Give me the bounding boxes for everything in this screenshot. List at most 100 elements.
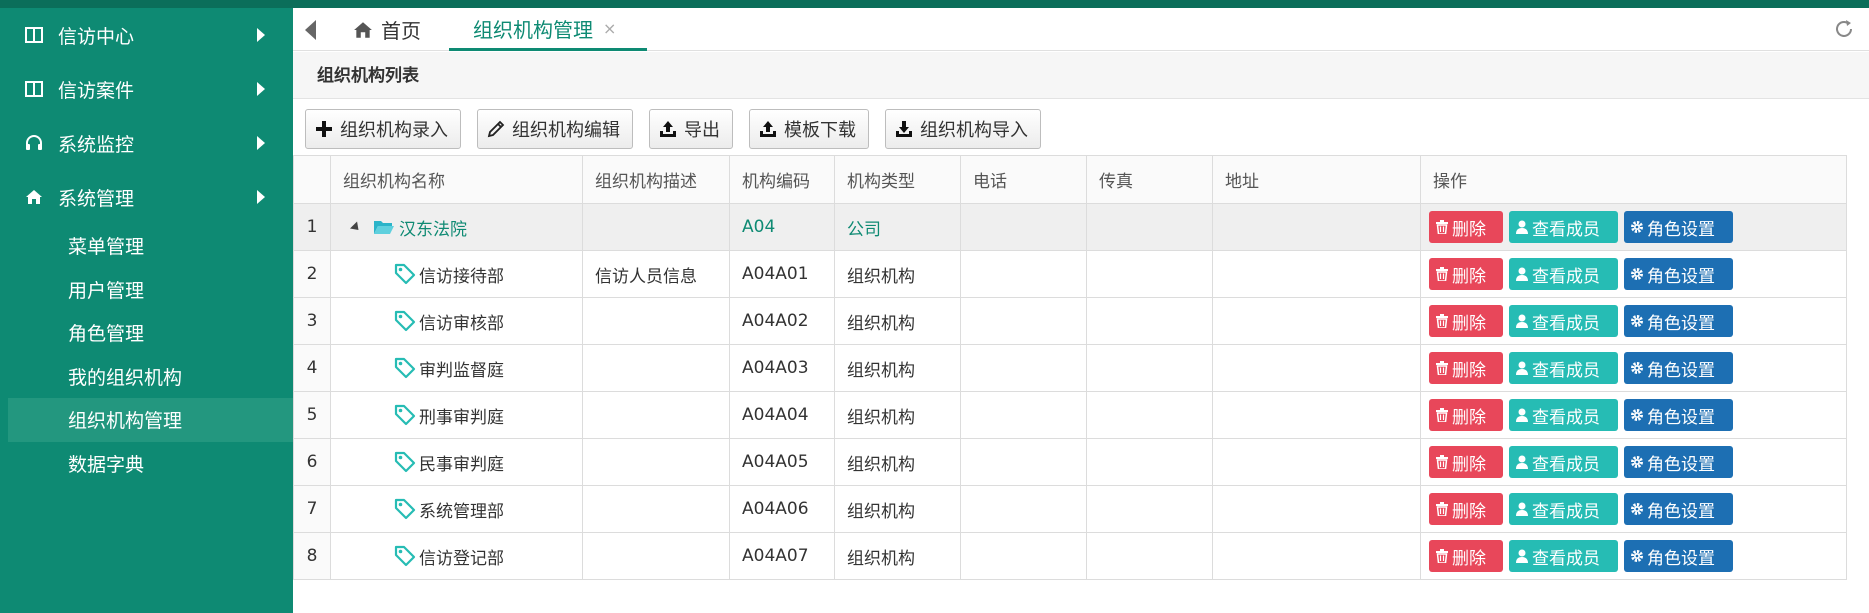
close-icon[interactable]: × (603, 19, 616, 38)
top-accent-bar (0, 0, 1869, 8)
org-fax-cell (1086, 485, 1213, 533)
column-header-actions: 操作 (1420, 155, 1847, 204)
sidebar-group-label: 信访案件 (58, 79, 135, 102)
column-header-name[interactable]: 组织机构名称 (330, 155, 583, 204)
org-fax-cell (1086, 532, 1213, 580)
add-organization-button[interactable]: 组织机构录入 (305, 109, 461, 149)
row-number: 7 (293, 485, 331, 533)
column-header-fax[interactable]: 传真 (1086, 155, 1213, 204)
column-header-code[interactable]: 机构编码 (729, 155, 835, 204)
org-phone-cell (960, 203, 1087, 251)
tab-organization-management[interactable]: 组织机构管理 × (449, 8, 647, 51)
trash-icon (1435, 501, 1449, 517)
delete-button[interactable]: 删除 (1429, 258, 1503, 290)
column-header-type[interactable]: 机构类型 (834, 155, 961, 204)
actions-cell: 删除 查看成员 角色设置 (1420, 391, 1847, 439)
tag-icon (393, 544, 417, 568)
org-fax-cell (1086, 438, 1213, 486)
view-members-button[interactable]: 查看成员 (1509, 493, 1618, 525)
tree-node-root[interactable]: 汉东法院 (343, 215, 582, 240)
role-settings-button[interactable]: 角色设置 (1624, 211, 1733, 243)
actions-cell: 删除 查看成员 角色设置 (1420, 485, 1847, 533)
tree-node-child[interactable]: 信访接待部 (343, 262, 582, 287)
view-members-button[interactable]: 查看成员 (1509, 258, 1618, 290)
table-row[interactable]: 7 系统管理部 A04A06 组织机构 删除 查看成员 角色设置 (293, 485, 1847, 533)
tab-home[interactable]: 首页 (353, 8, 421, 51)
delete-button[interactable]: 删除 (1429, 540, 1503, 572)
delete-button[interactable]: 删除 (1429, 399, 1503, 431)
view-members-button[interactable]: 查看成员 (1509, 399, 1618, 431)
tab-scroll-left-icon[interactable] (305, 20, 316, 40)
org-name-cell: 刑事审判庭 (330, 391, 583, 439)
sidebar-item-organization-management[interactable]: 组织机构管理 (8, 398, 293, 442)
role-settings-button[interactable]: 角色设置 (1624, 399, 1733, 431)
export-button[interactable]: 导出 (649, 109, 733, 149)
sidebar-group-petition-center[interactable]: 信访中心 (0, 8, 293, 62)
tree-node-child[interactable]: 信访登记部 (343, 544, 582, 569)
view-members-button[interactable]: 查看成员 (1509, 211, 1618, 243)
tree-node-child[interactable]: 系统管理部 (343, 497, 582, 522)
delete-button[interactable]: 删除 (1429, 493, 1503, 525)
user-icon (1515, 360, 1529, 376)
table-row[interactable]: 6 民事审判庭 A04A05 组织机构 删除 查看成员 角色设置 (293, 438, 1847, 486)
column-header-address[interactable]: 地址 (1212, 155, 1421, 204)
org-code-cell: A04A01 (729, 250, 835, 298)
role-settings-button[interactable]: 角色设置 (1624, 540, 1733, 572)
actions-cell: 删除 查看成员 角色设置 (1420, 438, 1847, 486)
edit-organization-button[interactable]: 组织机构编辑 (477, 109, 633, 149)
delete-button[interactable]: 删除 (1429, 305, 1503, 337)
tree-collapse-icon[interactable] (349, 220, 363, 234)
view-members-button[interactable]: 查看成员 (1509, 352, 1618, 384)
column-header-description[interactable]: 组织机构描述 (582, 155, 730, 204)
delete-button[interactable]: 删除 (1429, 446, 1503, 478)
delete-button[interactable]: 删除 (1429, 211, 1503, 243)
view-members-button[interactable]: 查看成员 (1509, 305, 1618, 337)
org-type-cell: 组织机构 (834, 297, 961, 345)
chevron-right-icon (257, 190, 265, 204)
columns-icon (24, 79, 44, 99)
table-row[interactable]: 1 汉东法院 A04 公司 删除 查看成员 角色设置 (293, 203, 1847, 251)
org-type-cell: 组织机构 (834, 532, 961, 580)
tree-node-child[interactable]: 审判监督庭 (343, 356, 582, 381)
tree-node-child[interactable]: 信访审核部 (343, 309, 582, 334)
sidebar-group-system-monitor[interactable]: 系统监控 (0, 116, 293, 170)
table-row[interactable]: 5 刑事审判庭 A04A04 组织机构 删除 查看成员 角色设置 (293, 391, 1847, 439)
role-settings-button[interactable]: 角色设置 (1624, 493, 1733, 525)
role-settings-button[interactable]: 角色设置 (1624, 305, 1733, 337)
gear-icon (1630, 313, 1644, 329)
sidebar-item-menu-management[interactable]: 菜单管理 (0, 224, 293, 268)
sidebar-item-role-management[interactable]: 角色管理 (0, 311, 293, 355)
tree-node-child[interactable]: 刑事审判庭 (343, 403, 582, 428)
sidebar-group-system-management[interactable]: 系统管理 (0, 170, 293, 224)
upload-icon (658, 119, 678, 139)
column-header-phone[interactable]: 电话 (960, 155, 1087, 204)
sidebar-item-my-organization[interactable]: 我的组织机构 (0, 355, 293, 399)
tree-node-label: 信访审核部 (419, 313, 504, 334)
tag-icon (393, 450, 417, 474)
table-row[interactable]: 3 信访审核部 A04A02 组织机构 删除 查看成员 角色设置 (293, 297, 1847, 345)
actions-cell: 删除 查看成员 角色设置 (1420, 250, 1847, 298)
table-row[interactable]: 2 信访接待部 信访人员信息 A04A01 组织机构 删除 查看成员 角色设置 (293, 250, 1847, 298)
org-type-cell: 组织机构 (834, 438, 961, 486)
org-address-cell (1212, 297, 1421, 345)
tree-node-child[interactable]: 民事审判庭 (343, 450, 582, 475)
table-row[interactable]: 4 审判监督庭 A04A03 组织机构 删除 查看成员 角色设置 (293, 344, 1847, 392)
role-settings-label: 角色设置 (1647, 266, 1715, 287)
sidebar-item-data-dictionary[interactable]: 数据字典 (0, 442, 293, 486)
view-members-button[interactable]: 查看成员 (1509, 446, 1618, 478)
upload-icon (758, 119, 778, 139)
delete-button[interactable]: 删除 (1429, 352, 1503, 384)
template-download-button[interactable]: 模板下载 (749, 109, 869, 149)
refresh-icon[interactable] (1833, 18, 1855, 40)
sidebar-group-petition-cases[interactable]: 信访案件 (0, 62, 293, 116)
table-row[interactable]: 8 信访登记部 A04A07 组织机构 删除 查看成员 角色设置 (293, 532, 1847, 580)
role-settings-button[interactable]: 角色设置 (1624, 258, 1733, 290)
sidebar-item-user-management[interactable]: 用户管理 (0, 268, 293, 312)
view-members-button[interactable]: 查看成员 (1509, 540, 1618, 572)
import-organization-button[interactable]: 组织机构导入 (885, 109, 1041, 149)
delete-label: 删除 (1452, 360, 1486, 381)
role-settings-button[interactable]: 角色设置 (1624, 446, 1733, 478)
sidebar-group-label: 系统管理 (58, 187, 135, 210)
columns-icon (24, 25, 44, 45)
role-settings-button[interactable]: 角色设置 (1624, 352, 1733, 384)
